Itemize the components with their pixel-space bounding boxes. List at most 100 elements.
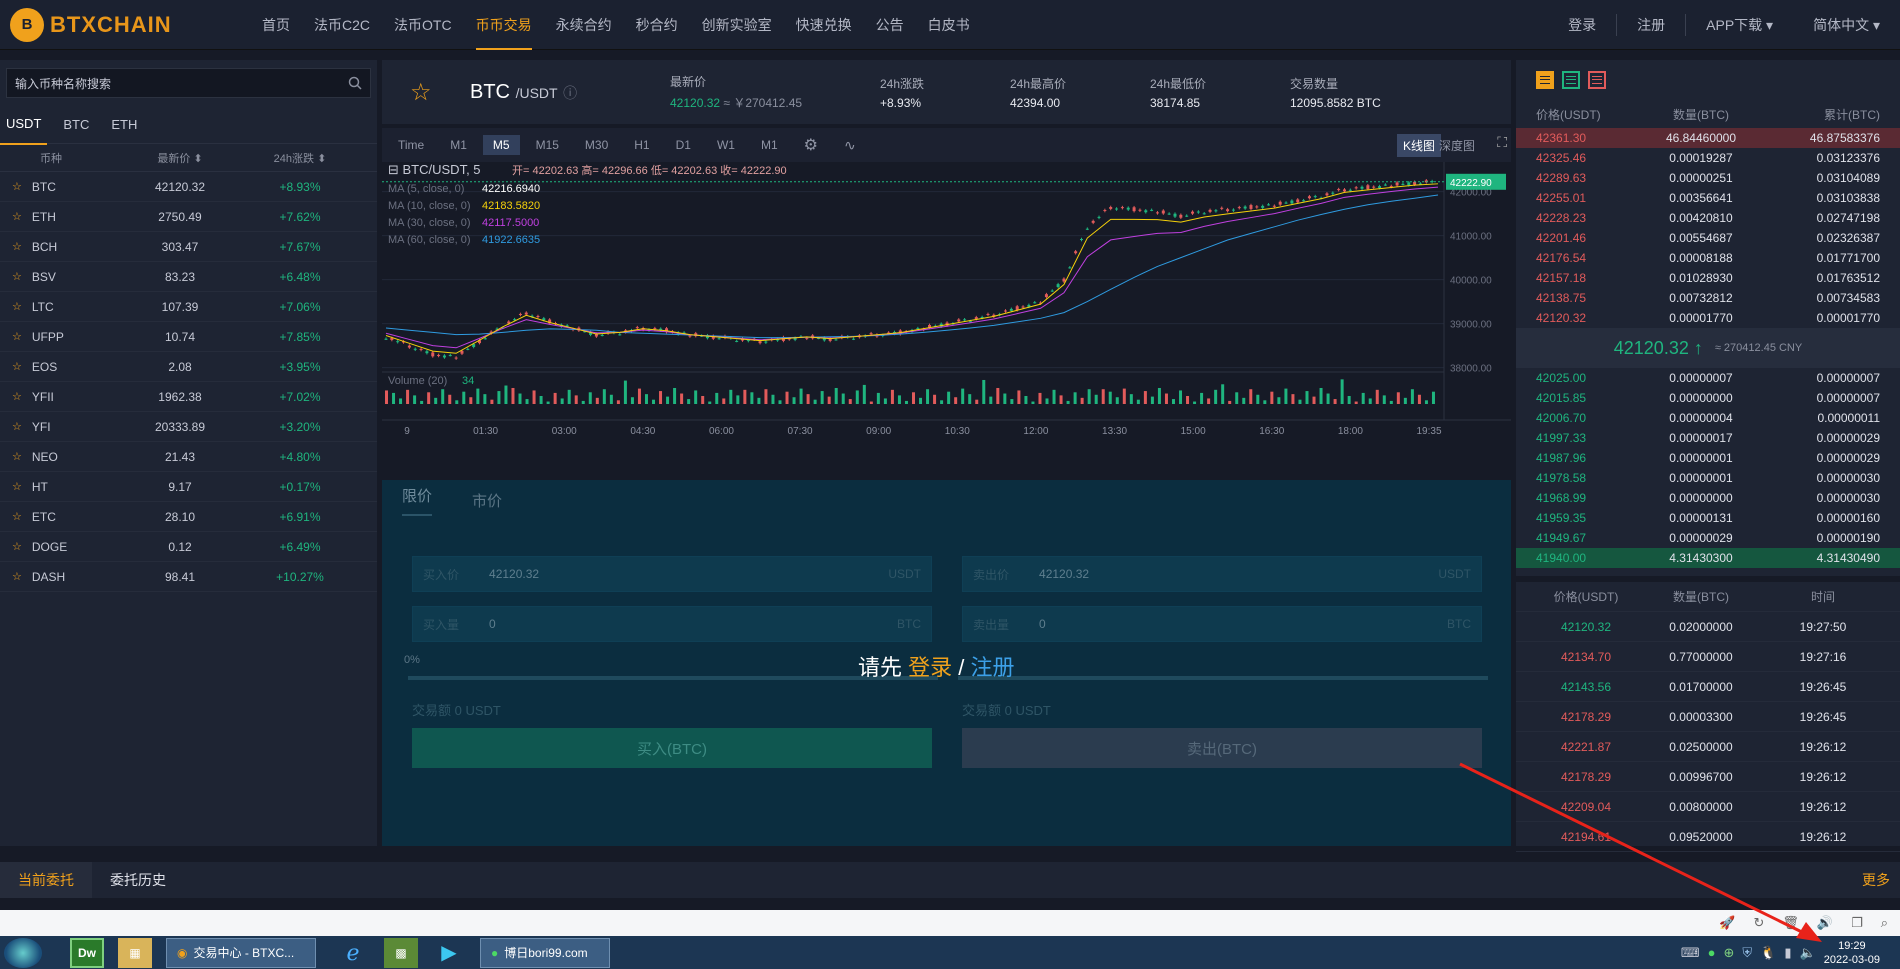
coin-row[interactable]: ☆ BCH 303.47 +7.67% bbox=[0, 232, 377, 262]
dreamweaver-icon[interactable]: Dw bbox=[70, 937, 104, 968]
ask-row[interactable]: 42120.32 0.00001770 0.00001770 bbox=[1516, 308, 1900, 328]
register-link[interactable]: 注册 bbox=[1617, 15, 1685, 35]
bid-row[interactable]: 41940.00 4.31430300 4.31430490 bbox=[1516, 548, 1900, 568]
ask-row[interactable]: 42157.18 0.01028930 0.01763512 bbox=[1516, 268, 1900, 288]
tf-m5[interactable]: M5 bbox=[482, 135, 520, 155]
sell-price-field[interactable]: 卖出价 42120.32 USDT bbox=[962, 556, 1482, 592]
nav-whitepaper[interactable]: 白皮书 bbox=[916, 0, 982, 50]
tf-w1[interactable]: W1 bbox=[707, 135, 745, 155]
nav-home[interactable]: 首页 bbox=[250, 0, 302, 50]
ask-row[interactable]: 42255.01 0.00356641 0.03103838 bbox=[1516, 188, 1900, 208]
tf-d1[interactable]: D1 bbox=[666, 135, 701, 155]
book-asks-icon[interactable] bbox=[1588, 71, 1606, 89]
tray-wechat-icon[interactable]: ● bbox=[1708, 945, 1716, 960]
nav-fiat-otc[interactable]: 法币OTC bbox=[382, 0, 464, 50]
sell-qty-field[interactable]: 卖出量 0 BTC bbox=[962, 606, 1482, 642]
ie-icon[interactable]: ℯ bbox=[336, 938, 370, 968]
nav-innovation-lab[interactable]: 创新实验室 bbox=[690, 0, 784, 50]
depth-button[interactable]: 深度图 bbox=[1433, 134, 1481, 157]
coin-row[interactable]: ☆ ETH 2750.49 +7.62% bbox=[0, 202, 377, 232]
favorite-star-icon[interactable]: ☆ bbox=[12, 390, 22, 403]
logo[interactable]: B BTXCHAIN bbox=[10, 7, 240, 42]
nav-quick-swap[interactable]: 快速兑换 bbox=[784, 0, 864, 50]
bid-row[interactable]: 42006.70 0.00000004 0.00000011 bbox=[1516, 408, 1900, 428]
coin-row[interactable]: ☆ DOGE 0.12 +6.49% bbox=[0, 532, 377, 562]
nav-spot-trading[interactable]: 币币交易 bbox=[464, 0, 544, 50]
info-icon[interactable]: ⓘ bbox=[563, 85, 577, 101]
tray-app-icon[interactable]: ⊕ bbox=[1724, 945, 1735, 961]
favorite-star-icon[interactable]: ☆ bbox=[12, 270, 22, 283]
bid-row[interactable]: 41987.96 0.00000001 0.00000029 bbox=[1516, 448, 1900, 468]
search-input[interactable]: 输入币种名称搜索 bbox=[15, 75, 111, 92]
coin-row[interactable]: ☆ LTC 107.39 +7.06% bbox=[0, 292, 377, 322]
nav-second-contract[interactable]: 秒合约 bbox=[624, 0, 690, 50]
clock[interactable]: 19:29 2022-03-09 bbox=[1824, 939, 1880, 967]
tab-current-orders[interactable]: 当前委托 bbox=[0, 862, 92, 898]
coin-row[interactable]: ☆ NEO 21.43 +4.80% bbox=[0, 442, 377, 472]
tab-order-history[interactable]: 委托历史 bbox=[92, 862, 184, 898]
tab-btc[interactable]: BTC bbox=[57, 106, 95, 144]
tray-shield-icon[interactable]: ⛨ bbox=[1742, 945, 1752, 961]
minecraft-icon[interactable]: ▩ bbox=[384, 937, 418, 968]
bid-row[interactable]: 41968.99 0.00000000 0.00000030 bbox=[1516, 488, 1900, 508]
buy-button[interactable]: 买入(BTC) bbox=[412, 728, 932, 768]
trash-icon[interactable]: 🗑 bbox=[1782, 915, 1799, 931]
col-price-sort[interactable]: 最新价 ⬍ bbox=[130, 150, 230, 166]
ask-row[interactable]: 42138.75 0.00732812 0.00734583 bbox=[1516, 288, 1900, 308]
coin-row[interactable]: ☆ EOS 2.08 +3.95% bbox=[0, 352, 377, 382]
rocket-icon[interactable]: 🚀 bbox=[1719, 915, 1735, 931]
coin-row[interactable]: ☆ DASH 98.41 +10.27% bbox=[0, 562, 377, 592]
bid-row[interactable]: 41978.58 0.00000001 0.00000030 bbox=[1516, 468, 1900, 488]
media-player-icon[interactable]: ▶ bbox=[432, 938, 466, 968]
ask-row[interactable]: 42325.46 0.00019287 0.03123376 bbox=[1516, 148, 1900, 168]
favorite-star-icon[interactable]: ☆ bbox=[410, 78, 470, 107]
coin-row[interactable]: ☆ UFPP 10.74 +7.85% bbox=[0, 322, 377, 352]
nav-announcements[interactable]: 公告 bbox=[864, 0, 916, 50]
coin-row[interactable]: ☆ ETC 28.10 +6.91% bbox=[0, 502, 377, 532]
tf-m30[interactable]: M30 bbox=[575, 135, 618, 155]
bid-row[interactable]: 41997.33 0.00000017 0.00000029 bbox=[1516, 428, 1900, 448]
tf-m1[interactable]: M1 bbox=[440, 135, 477, 155]
favorite-star-icon[interactable]: ☆ bbox=[12, 450, 22, 463]
coin-search[interactable]: 输入币种名称搜索 bbox=[6, 68, 371, 98]
bid-row[interactable]: 41959.35 0.00000131 0.00000160 bbox=[1516, 508, 1900, 528]
tf-month[interactable]: M1 bbox=[751, 135, 788, 155]
coin-row[interactable]: ☆ BTC 42120.32 +8.93% bbox=[0, 172, 377, 202]
search-icon[interactable] bbox=[348, 76, 362, 90]
login-link[interactable]: 登录 bbox=[1548, 15, 1616, 35]
favorite-star-icon[interactable]: ☆ bbox=[12, 540, 22, 553]
favorite-star-icon[interactable]: ☆ bbox=[12, 510, 22, 523]
ask-row[interactable]: 42176.54 0.00008188 0.01771700 bbox=[1516, 248, 1900, 268]
bid-row[interactable]: 42025.00 0.00000007 0.00000007 bbox=[1516, 368, 1900, 388]
indicators-icon[interactable]: ∿ bbox=[834, 134, 866, 157]
language-menu[interactable]: 简体中文 ▾ bbox=[1793, 15, 1900, 35]
tab-limit[interactable]: 限价 bbox=[402, 485, 433, 516]
folder-icon[interactable]: ▦ bbox=[118, 937, 152, 968]
tab-usdt[interactable]: USDT bbox=[0, 105, 48, 145]
coin-row[interactable]: ☆ YFI 20333.89 +3.20% bbox=[0, 412, 377, 442]
nav-fiat-c2c[interactable]: 法币C2C bbox=[302, 0, 382, 50]
buy-qty-field[interactable]: 买入量 0 BTC bbox=[412, 606, 932, 642]
buy-price-field[interactable]: 买入价 42120.32 USDT bbox=[412, 556, 932, 592]
refresh-icon[interactable]: ↻ bbox=[1753, 915, 1764, 931]
tf-time[interactable]: Time bbox=[388, 135, 434, 155]
tab-eth[interactable]: ETH bbox=[105, 106, 143, 144]
tray-network-icon[interactable]: ▮ bbox=[1784, 945, 1791, 961]
bid-row[interactable]: 41949.67 0.00000029 0.00000190 bbox=[1516, 528, 1900, 548]
favorite-star-icon[interactable]: ☆ bbox=[12, 180, 22, 193]
bid-row[interactable]: 42015.85 0.00000000 0.00000007 bbox=[1516, 388, 1900, 408]
tf-m15[interactable]: M15 bbox=[526, 135, 569, 155]
col-change-sort[interactable]: 24h涨跌 ⬍ bbox=[230, 150, 370, 166]
tab-market[interactable]: 市价 bbox=[472, 490, 502, 511]
sell-button[interactable]: 卖出(BTC) bbox=[962, 728, 1482, 768]
favorite-star-icon[interactable]: ☆ bbox=[12, 330, 22, 343]
favorite-star-icon[interactable]: ☆ bbox=[12, 360, 22, 373]
ask-row[interactable]: 42289.63 0.00000251 0.03104089 bbox=[1516, 168, 1900, 188]
favorite-star-icon[interactable]: ☆ bbox=[12, 570, 22, 583]
window-icon[interactable]: ❐ bbox=[1851, 915, 1863, 931]
favorite-star-icon[interactable]: ☆ bbox=[12, 210, 22, 223]
zoom-icon[interactable]: ⌕ bbox=[1881, 915, 1888, 931]
fullscreen-icon[interactable]: ⛶ bbox=[1497, 134, 1507, 151]
favorite-star-icon[interactable]: ☆ bbox=[12, 240, 22, 253]
ask-row[interactable]: 42361.30 46.84460000 46.87583376 bbox=[1516, 128, 1900, 148]
